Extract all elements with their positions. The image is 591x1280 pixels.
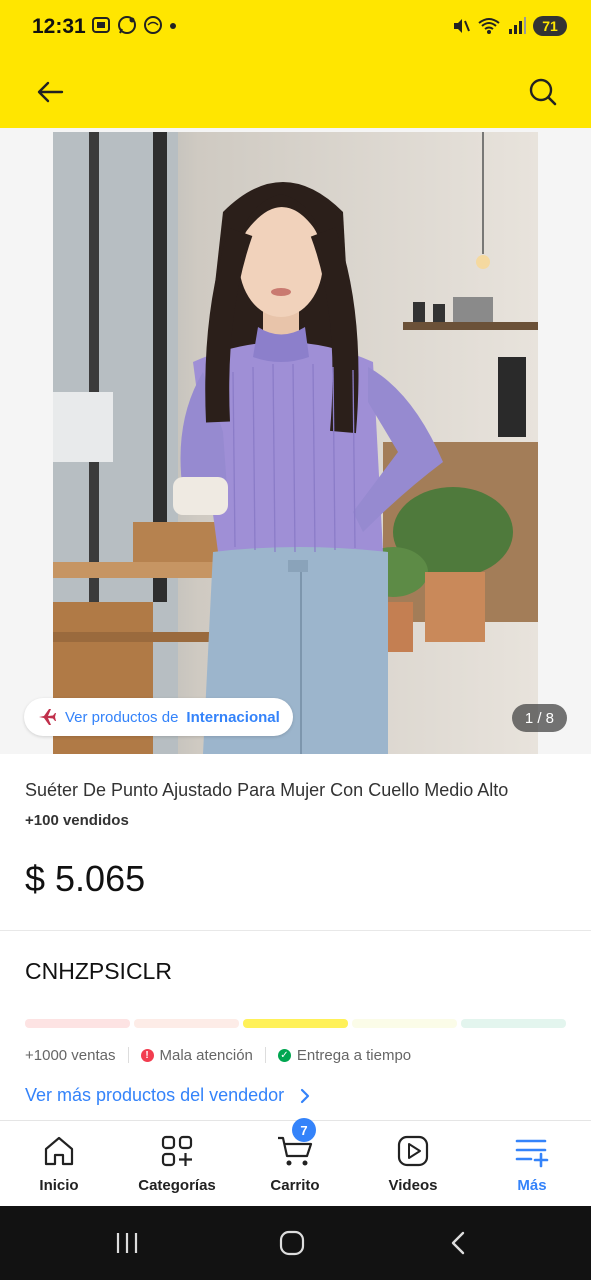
seller-name: CNHZPSICLR: [25, 958, 172, 984]
bottom-navigation: Inicio Categorías 7 Carrito Videos Más: [0, 1118, 591, 1207]
reputation-segment-3: [243, 1019, 348, 1028]
nav-label-mas: Más: [517, 1177, 547, 1194]
reputation-segment-1: [25, 1019, 130, 1028]
product-image-gallery[interactable]: Ver productos de Internacional 1 / 8: [0, 128, 591, 754]
system-back-button[interactable]: [438, 1228, 478, 1258]
seller-reputation-bar: [25, 1019, 566, 1028]
recent-apps-button[interactable]: [107, 1228, 147, 1258]
nav-item-inicio[interactable]: Inicio: [0, 1121, 118, 1207]
nav-label-videos: Videos: [388, 1177, 438, 1194]
product-photo[interactable]: [53, 132, 538, 754]
international-chip-highlight: Internacional: [186, 708, 280, 726]
stat-separator: [127, 1047, 129, 1063]
sales-count: +1000 ventas: [25, 1046, 116, 1064]
system-navigation-bar: [0, 1206, 591, 1280]
seller-stats: +1000 ventas ! Mala atención ✓ Entrega a…: [25, 1045, 411, 1065]
more-seller-products-link[interactable]: Ver más productos del vendedor: [25, 1085, 310, 1106]
wifi-icon: [478, 18, 500, 34]
recent-apps-icon: [116, 1233, 138, 1253]
home-circle-icon: [279, 1230, 305, 1256]
cart-badge: 7: [292, 1118, 316, 1142]
image-counter: 1 / 8: [511, 704, 567, 732]
screenshot-icon: [92, 17, 110, 33]
sold-count: +100 vendidos: [25, 812, 129, 829]
app-notification-icon: [144, 16, 162, 34]
product-price: $ 5.065: [25, 858, 146, 899]
status-bar: 12:31 71: [0, 0, 591, 56]
section-divider: [0, 930, 591, 931]
airplane-icon: [39, 709, 56, 725]
mute-icon: [454, 19, 470, 33]
chevron-right-icon: [301, 1088, 310, 1103]
stat-separator: [264, 1047, 266, 1063]
home-button[interactable]: [272, 1228, 312, 1258]
more-menu-icon: [515, 1139, 549, 1168]
product-title: Suéter De Punto Ajustado Para Mujer Con …: [25, 780, 509, 800]
nav-item-categorias[interactable]: Categorías: [118, 1121, 236, 1207]
nav-item-videos[interactable]: Videos: [354, 1121, 472, 1207]
attention-rating: Mala atención: [159, 1046, 253, 1064]
battery-indicator: 71: [533, 16, 567, 36]
more-notifications-dot-icon: [170, 23, 176, 29]
nav-item-carrito[interactable]: 7 Carrito: [236, 1118, 354, 1207]
reputation-segment-2: [134, 1019, 239, 1028]
status-time: 12:31: [32, 15, 86, 38]
nav-label-categorias: Categorías: [138, 1177, 216, 1194]
reputation-segment-4: [352, 1019, 457, 1028]
international-products-chip[interactable]: Ver productos de Internacional: [24, 698, 293, 736]
home-icon: [44, 1136, 74, 1166]
play-video-icon: [397, 1135, 429, 1167]
whatsapp-icon: [118, 16, 136, 34]
chevron-left-icon: [451, 1231, 465, 1255]
arrow-left-icon: [37, 81, 64, 103]
nav-label-carrito: Carrito: [270, 1177, 320, 1194]
check-icon: ✓: [277, 1048, 291, 1062]
categories-icon: [161, 1135, 193, 1167]
international-chip-prefix: Ver productos de: [65, 708, 179, 726]
search-icon: [529, 78, 557, 106]
search-button[interactable]: [525, 74, 561, 110]
top-app-bar: [0, 56, 591, 128]
back-button[interactable]: [30, 74, 70, 110]
nav-item-mas[interactable]: Más: [473, 1121, 591, 1207]
reputation-segment-5: [461, 1019, 566, 1028]
status-right-icons: 71: [451, 16, 567, 36]
alert-icon: !: [140, 1048, 154, 1062]
delivery-rating: Entrega a tiempo: [296, 1046, 412, 1064]
product-photo-illustration: [53, 132, 538, 754]
more-seller-products-label: Ver más productos del vendedor: [25, 1085, 285, 1105]
nav-label-inicio: Inicio: [39, 1177, 79, 1194]
signal-icon: [509, 17, 526, 34]
notification-icons: [90, 14, 178, 36]
